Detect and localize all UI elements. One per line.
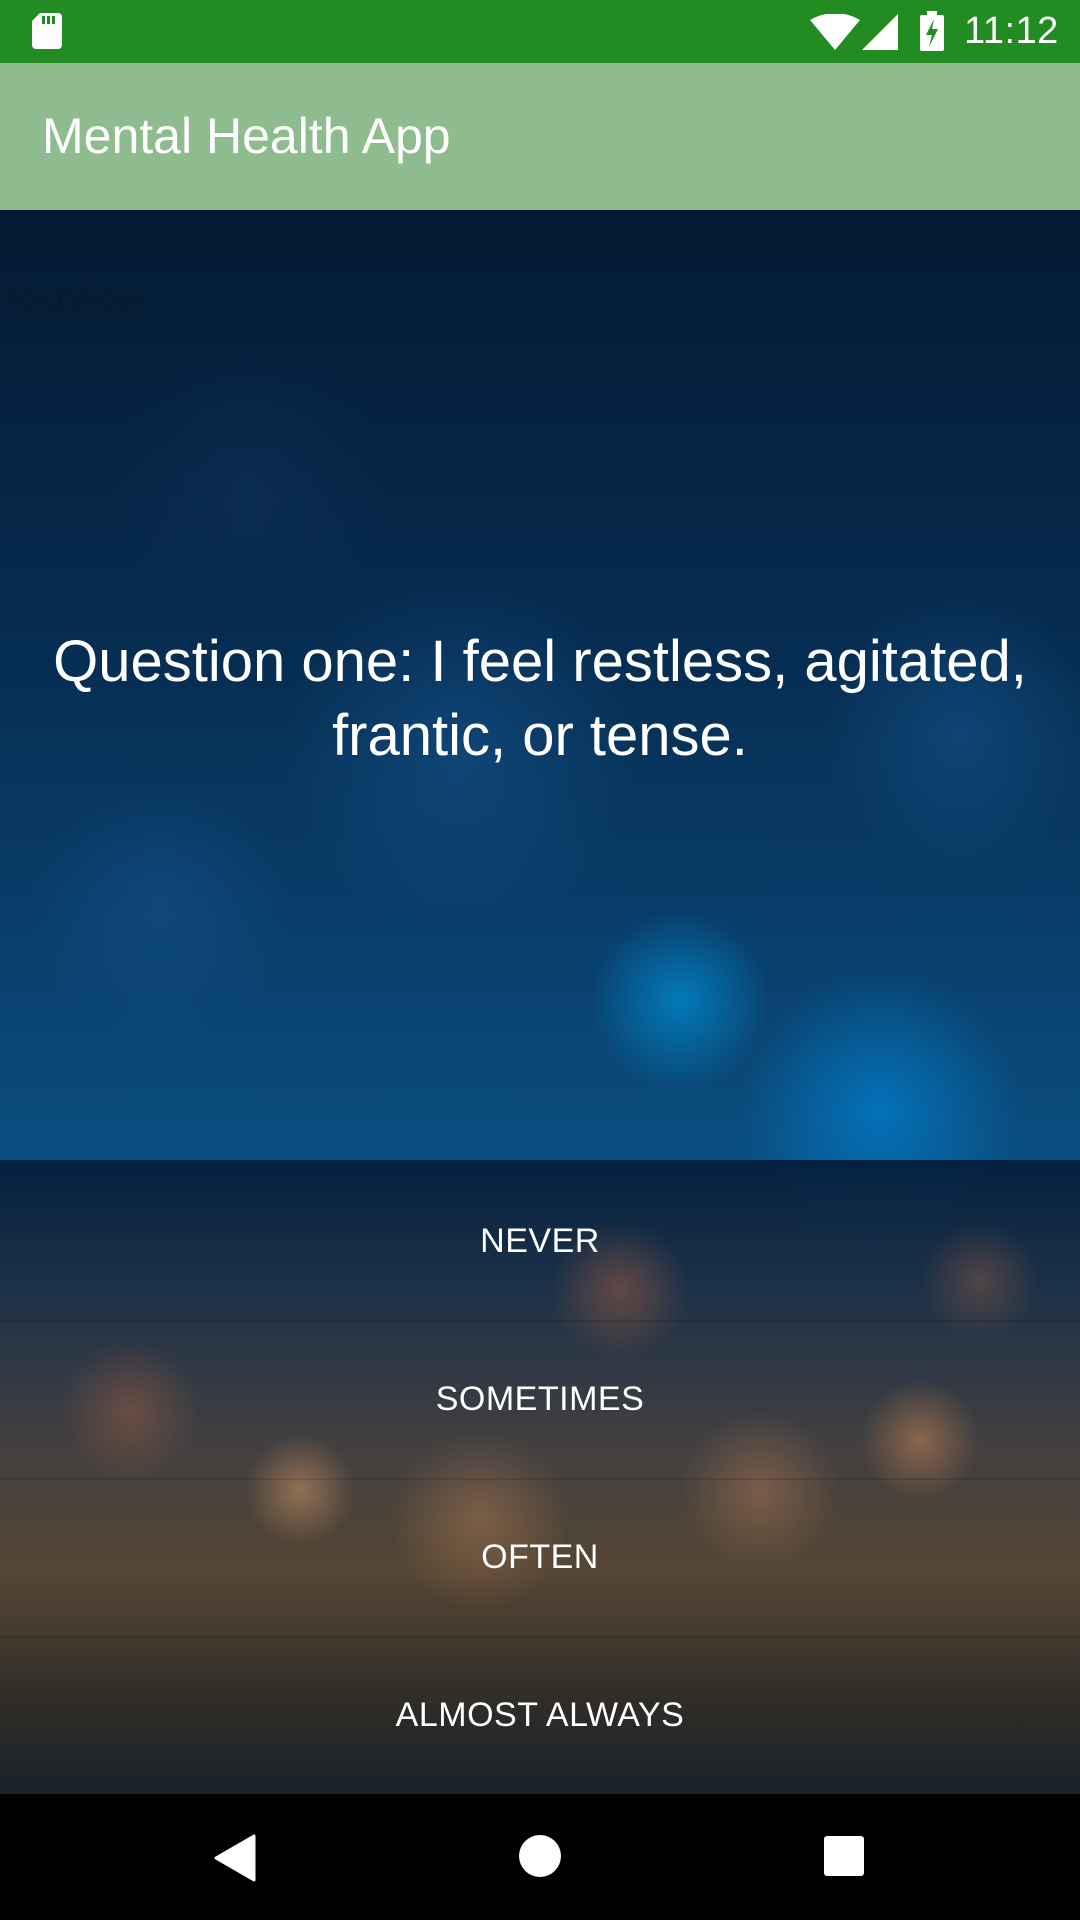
answer-sometimes-button[interactable]: SOMETIMES xyxy=(0,1320,1080,1478)
back-icon[interactable] xyxy=(214,1834,258,1882)
home-icon[interactable] xyxy=(518,1834,562,1878)
sd-card-icon xyxy=(32,13,62,49)
navigation-bar xyxy=(0,1794,1080,1920)
signal-icon xyxy=(862,14,898,50)
wifi-icon xyxy=(810,14,860,50)
textview-label: TextView xyxy=(0,278,144,319)
app-title: Mental Health App xyxy=(42,108,451,164)
status-bar: 11:12 xyxy=(0,0,1080,63)
answer-often-button[interactable]: OFTEN xyxy=(0,1478,1080,1636)
app-bar: Mental Health App xyxy=(0,63,1080,210)
answer-never-button[interactable]: NEVER xyxy=(0,1162,1080,1320)
recents-icon[interactable] xyxy=(824,1836,864,1876)
battery-charging-icon xyxy=(920,11,944,51)
status-clock: 11:12 xyxy=(964,10,1059,52)
question-text: Question one: I feel restless, agitated,… xyxy=(53,629,1027,768)
answer-almost-always-button[interactable]: ALMOST ALWAYS xyxy=(0,1636,1080,1794)
question-screen: TextView Question one: I feel restless, … xyxy=(0,210,1080,1794)
